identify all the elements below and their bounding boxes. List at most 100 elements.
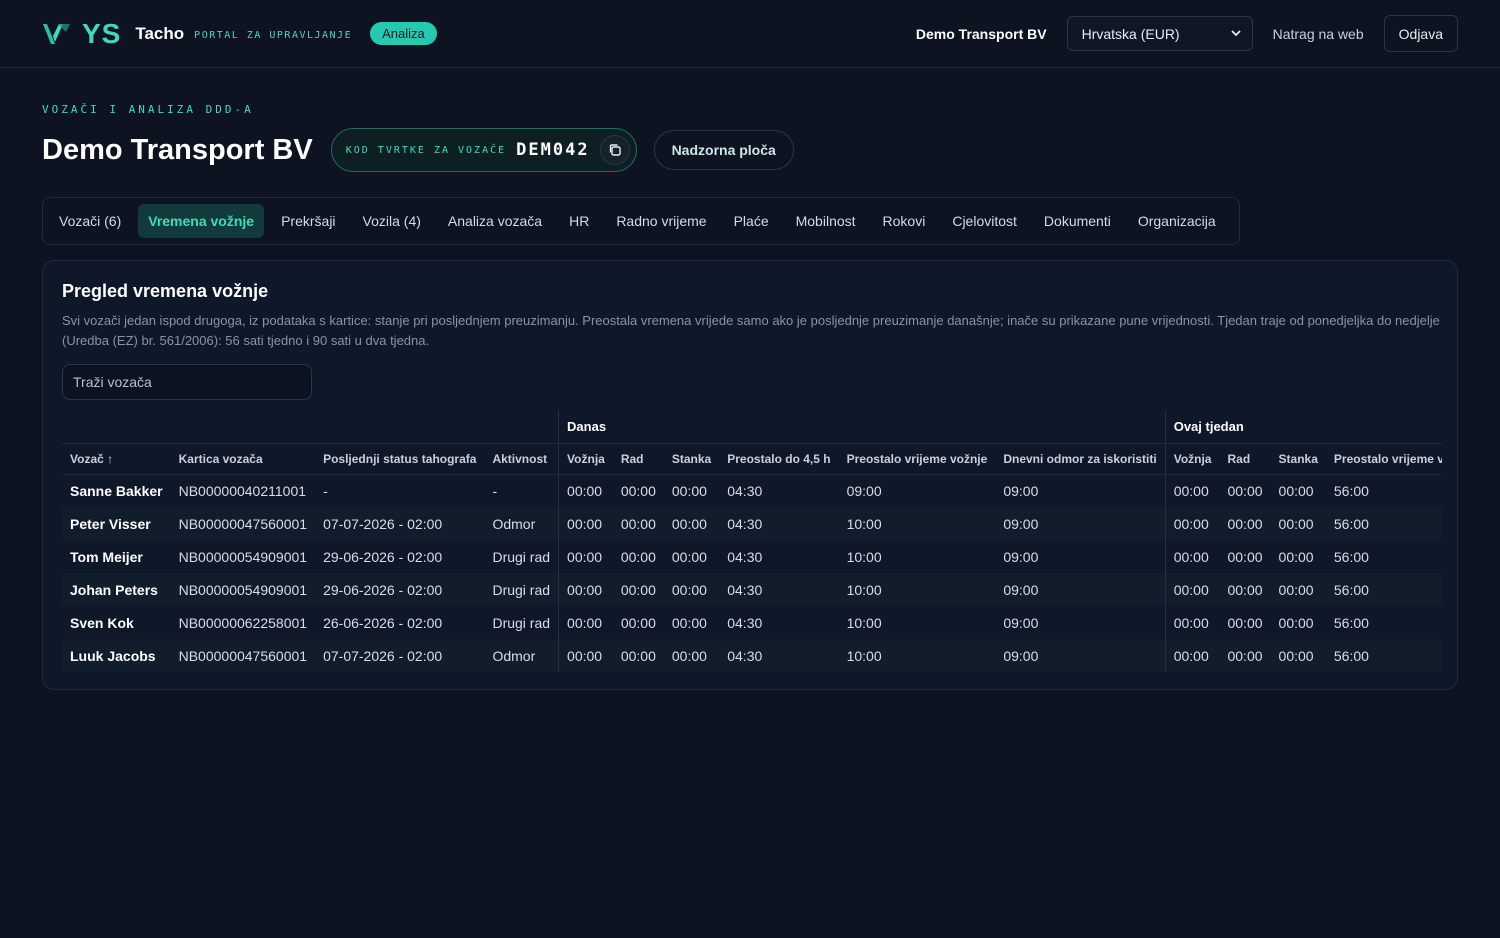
table-cell: 00:00 bbox=[620, 614, 656, 631]
region-select[interactable]: Hrvatska (EUR) bbox=[1066, 16, 1253, 51]
chevron-down-icon bbox=[1230, 26, 1242, 42]
table-cell: 00:00 bbox=[1164, 507, 1220, 540]
driver-name-cell: Luuk Jacobs bbox=[62, 639, 171, 672]
driver-name-cell: Sanne Bakker bbox=[70, 482, 163, 499]
table-cell: 00:00 bbox=[558, 573, 613, 606]
col-week-break[interactable]: Stanka bbox=[1270, 442, 1326, 475]
table-cell: 56:00 bbox=[1333, 482, 1369, 499]
logo-ys: YS bbox=[82, 17, 122, 49]
top-bar: YS Tacho PORTAL ZA UPRAVLJANJE Analiza D… bbox=[0, 0, 1500, 68]
table-cell: 07-07-2026 - 02:00 bbox=[315, 639, 485, 672]
table-cell: 10:00 bbox=[838, 639, 996, 672]
col-today-break[interactable]: Stanka bbox=[663, 442, 720, 475]
table-cell: 10:00 bbox=[838, 573, 996, 606]
table-cell: 00:00 bbox=[1270, 573, 1326, 606]
table-row[interactable]: Luuk Jacobs NB00000047560001 07-07-2026 - … bbox=[62, 639, 1442, 672]
region-select-value: Hrvatska (EUR) bbox=[1081, 25, 1180, 42]
tab-deadlines[interactable]: Rokovi bbox=[873, 204, 936, 238]
table-row[interactable]: Sanne Bakker NB00000040211001- -00:00 00:00… bbox=[62, 474, 1442, 507]
back-to-web-link[interactable]: Natrag na web bbox=[1273, 26, 1364, 42]
table-cell: 00:00 bbox=[1270, 507, 1326, 540]
table-cell: 09:00 bbox=[1003, 614, 1039, 631]
col-week-work[interactable]: Rad bbox=[1219, 442, 1271, 475]
driving-times-card: Pregled vremena vožnje Svi vozači jedan … bbox=[42, 260, 1458, 690]
tab-vehicles[interactable]: Vozila (4) bbox=[353, 204, 431, 238]
brand-name: Tacho bbox=[135, 23, 185, 43]
brand-subtitle: PORTAL ZA UPRAVLJANJE bbox=[194, 30, 353, 41]
table-cell: 00:00 bbox=[620, 548, 656, 565]
logo[interactable]: YS Tacho PORTAL ZA UPRAVLJANJE Analiza bbox=[42, 18, 437, 50]
tab-drivers[interactable]: Vozači (6) bbox=[49, 204, 131, 238]
copy-icon[interactable] bbox=[599, 135, 630, 165]
table-cell: 04:30 bbox=[727, 548, 763, 565]
table-cell: 56:00 bbox=[1333, 614, 1369, 631]
table-cell: 00:00 bbox=[1219, 573, 1271, 606]
tab-working-time[interactable]: Radno vrijeme bbox=[606, 204, 716, 238]
table-cell: 00:00 bbox=[558, 606, 613, 639]
page-title: Demo Transport BV bbox=[42, 133, 313, 166]
company-code-pill: KOD TVRTKE ZA VOZAČE DEM042 bbox=[330, 128, 637, 172]
table-cell: Drugi rad bbox=[484, 573, 559, 606]
table-cell: - bbox=[492, 482, 498, 499]
table-cell: 04:30 bbox=[727, 614, 763, 631]
table-cell: 00:00 bbox=[1219, 639, 1271, 672]
tab-documents[interactable]: Dokumenti bbox=[1034, 204, 1121, 238]
table-cell: 09:00 bbox=[1003, 548, 1039, 565]
col-week-driving[interactable]: Vožnja bbox=[1164, 442, 1220, 475]
driver-name-cell: Peter Visser bbox=[62, 507, 171, 540]
table-cell: 29-06-2026 - 02:00 bbox=[323, 548, 443, 565]
col-driver-card[interactable]: Kartica vozača bbox=[170, 442, 316, 475]
card-description: Svi vozači jedan ispod drugoga, iz podat… bbox=[62, 313, 1440, 348]
tab-salaries[interactable]: Plaće bbox=[724, 204, 779, 238]
table-cell: 00:00 bbox=[620, 482, 656, 499]
col-week-remaining[interactable]: Preostalo vrijeme v bbox=[1325, 442, 1442, 475]
table-cell: NB00000047560001 bbox=[170, 639, 316, 672]
col-today-remaining-driving[interactable]: Preostalo vrijeme vožnje bbox=[838, 442, 996, 475]
logout-button[interactable]: Odjava bbox=[1383, 15, 1458, 52]
col-driver[interactable]: Vozač ↑ bbox=[62, 442, 171, 475]
table-cell: Drugi rad bbox=[492, 548, 551, 565]
table-cell: 07-07-2026 - 02:00 bbox=[315, 507, 485, 540]
table-cell: 00:00 bbox=[1164, 639, 1220, 672]
section-eyebrow: VOZAČI I ANALIZA DDD-A bbox=[42, 103, 254, 116]
table-cell: 00:00 bbox=[663, 639, 720, 672]
table-cell: 04:30 bbox=[719, 507, 839, 540]
company-code-value: DEM042 bbox=[516, 140, 590, 160]
tab-mobility[interactable]: Mobilnost bbox=[786, 204, 866, 238]
table-row[interactable]: Sven Kok NB00000062258001 26-06-2026 - 02:… bbox=[62, 606, 1442, 639]
driver-name-cell: Sven Kok bbox=[70, 614, 134, 631]
table-cell: 00:00 bbox=[663, 507, 720, 540]
tab-hr[interactable]: HR bbox=[559, 204, 599, 238]
tab-violations[interactable]: Prekršaji bbox=[271, 204, 345, 238]
tab-driving-times[interactable]: Vremena vožnje bbox=[138, 204, 265, 238]
table-cell: 00:00 bbox=[558, 639, 613, 672]
table-row[interactable]: Peter Visser NB00000047560001 07-07-2026 -… bbox=[62, 507, 1442, 540]
table-cell: 00:00 bbox=[1278, 614, 1314, 631]
table-cell: 04:30 bbox=[727, 482, 763, 499]
col-last-status[interactable]: Posljednji status tahografa bbox=[315, 442, 485, 475]
col-today-driving[interactable]: Vožnja bbox=[558, 442, 613, 475]
col-today-work[interactable]: Rad bbox=[612, 442, 664, 475]
table-cell: Drugi rad bbox=[492, 614, 551, 631]
tab-organization[interactable]: Organizacija bbox=[1128, 204, 1226, 238]
table-cell: 09:00 bbox=[995, 573, 1166, 606]
table-cell: 00:00 bbox=[612, 573, 664, 606]
table-cell: NB00000047560001 bbox=[170, 507, 316, 540]
table-row[interactable]: Tom Meijer NB00000054909001 29-06-2026 - 0… bbox=[62, 540, 1442, 573]
tab-bar: Vozači (6) Vremena vožnje Prekršaji Vozi… bbox=[42, 197, 1240, 245]
col-activity[interactable]: Aktivnost bbox=[484, 442, 559, 475]
tab-integrity[interactable]: Cjelovitost bbox=[942, 204, 1027, 238]
tab-driver-analysis[interactable]: Analiza vozača bbox=[438, 204, 552, 238]
table-row[interactable]: Johan Peters NB00000054909001 29-06-2026 -… bbox=[62, 573, 1442, 606]
col-today-remaining-4-5h[interactable]: Preostalo do 4,5 h bbox=[719, 442, 839, 475]
table-cell: - bbox=[323, 482, 328, 499]
group-header-week: Ovaj tjedan bbox=[1164, 410, 1442, 443]
driver-name-cell: Tom Meijer bbox=[70, 548, 143, 565]
table-cell: 10:00 bbox=[846, 548, 882, 565]
table-cell: 00:00 bbox=[612, 639, 664, 672]
table-cell: 00:00 bbox=[1278, 548, 1314, 565]
col-today-daily-rest[interactable]: Dnevni odmor za iskoristiti bbox=[995, 442, 1166, 475]
table-cell: 09:00 bbox=[1003, 482, 1039, 499]
search-input[interactable]: Traži vozača bbox=[62, 364, 312, 400]
dashboard-button[interactable]: Nadzorna ploča bbox=[653, 130, 794, 170]
